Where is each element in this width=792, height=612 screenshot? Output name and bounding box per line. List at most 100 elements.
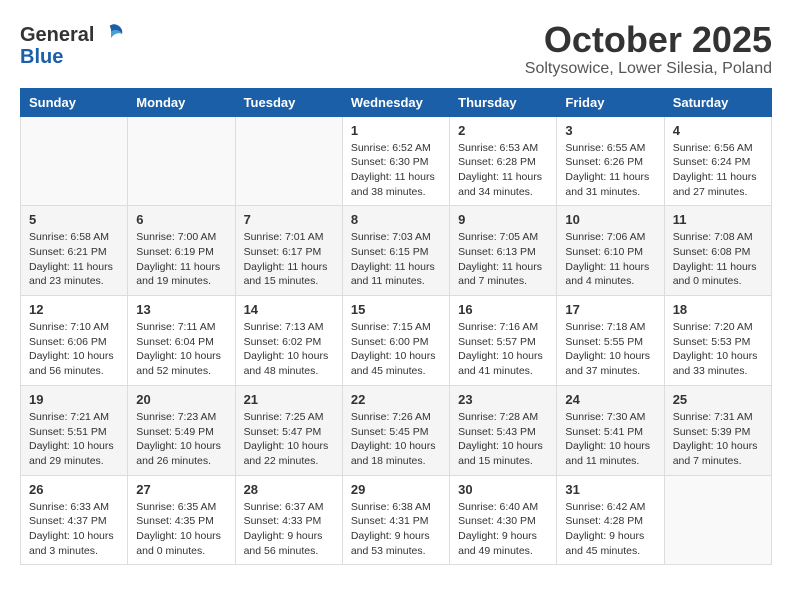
calendar-cell [21,116,128,206]
day-info: Sunrise: 6:55 AM Sunset: 6:26 PM Dayligh… [565,141,655,200]
day-info: Sunrise: 7:06 AM Sunset: 6:10 PM Dayligh… [565,230,655,289]
day-number: 25 [673,392,763,407]
day-number: 5 [29,212,119,227]
calendar-cell: 15 Sunrise: 7:15 AM Sunset: 6:00 PM Dayli… [342,296,449,386]
calendar-cell: 12Sunrise: 7:10 AM Sunset: 6:06 PM Dayli… [21,296,128,386]
day-number: 31 [565,482,655,497]
logo: General Blue [20,20,126,69]
day-info: Sunrise: 6:42 AM Sunset: 4:28 PM Dayligh… [565,500,655,559]
calendar-cell: 19Sunrise: 7:21 AM Sunset: 5:51 PM Dayli… [21,385,128,475]
day-info: Sunrise: 7:23 AM Sunset: 5:49 PM Dayligh… [136,410,226,469]
day-number: 24 [565,392,655,407]
day-number: 26 [29,482,119,497]
location-subtitle: Soltysowice, Lower Silesia, Poland [525,60,772,78]
calendar-week-row: 19Sunrise: 7:21 AM Sunset: 5:51 PM Dayli… [21,385,772,475]
calendar-cell: 25 Sunrise: 7:31 AM Sunset: 5:39 PM Dayli… [664,385,771,475]
day-number: 6 [136,212,226,227]
calendar-cell: 22 Sunrise: 7:26 AM Sunset: 5:45 PM Dayli… [342,385,449,475]
day-number: 22 [351,392,441,407]
calendar-cell: 14 Sunrise: 7:13 AM Sunset: 6:02 PM Dayli… [235,296,342,386]
weekday-header-monday: Monday [128,88,235,116]
calendar-cell: 9 Sunrise: 7:05 AM Sunset: 6:13 PM Daylig… [450,206,557,296]
day-number: 11 [673,212,763,227]
calendar-cell: 18 Sunrise: 7:20 AM Sunset: 5:53 PM Dayli… [664,296,771,386]
day-info: Sunrise: 7:31 AM Sunset: 5:39 PM Dayligh… [673,410,763,469]
calendar-cell: 28 Sunrise: 6:37 AM Sunset: 4:33 PM Dayli… [235,475,342,565]
day-info: Sunrise: 7:05 AM Sunset: 6:13 PM Dayligh… [458,230,548,289]
day-number: 9 [458,212,548,227]
day-number: 2 [458,123,548,138]
calendar-cell: 27 Sunrise: 6:35 AM Sunset: 4:35 PM Dayli… [128,475,235,565]
day-info: Sunrise: 7:26 AM Sunset: 5:45 PM Dayligh… [351,410,441,469]
day-info: Sunrise: 7:10 AM Sunset: 6:06 PM Dayligh… [29,320,119,379]
calendar-cell: 5Sunrise: 6:58 AM Sunset: 6:21 PM Daylig… [21,206,128,296]
day-info: Sunrise: 7:25 AM Sunset: 5:47 PM Dayligh… [244,410,334,469]
day-number: 10 [565,212,655,227]
day-info: Sunrise: 7:03 AM Sunset: 6:15 PM Dayligh… [351,230,441,289]
logo-text: General Blue [20,20,126,69]
page-header: General Blue October 2025 Soltysowice, L… [20,20,772,78]
calendar-cell: 1 Sunrise: 6:52 AM Sunset: 6:30 PM Daylig… [342,116,449,206]
day-number: 13 [136,302,226,317]
calendar-cell: 6Sunrise: 7:00 AM Sunset: 6:19 PM Daylig… [128,206,235,296]
weekday-header-thursday: Thursday [450,88,557,116]
day-number: 16 [458,302,548,317]
day-info: Sunrise: 7:13 AM Sunset: 6:02 PM Dayligh… [244,320,334,379]
calendar-cell: 17 Sunrise: 7:18 AM Sunset: 5:55 PM Dayli… [557,296,664,386]
day-number: 14 [244,302,334,317]
day-info: Sunrise: 6:53 AM Sunset: 6:28 PM Dayligh… [458,141,548,200]
calendar-cell: 26 Sunrise: 6:33 AM Sunset: 4:37 PM Dayli… [21,475,128,565]
logo-general: General [20,24,94,47]
day-info: Sunrise: 7:30 AM Sunset: 5:41 PM Dayligh… [565,410,655,469]
day-info: Sunrise: 6:38 AM Sunset: 4:31 PM Dayligh… [351,500,441,559]
calendar-cell [664,475,771,565]
calendar-cell: 29Sunrise: 6:38 AM Sunset: 4:31 PM Dayli… [342,475,449,565]
day-info: Sunrise: 7:20 AM Sunset: 5:53 PM Dayligh… [673,320,763,379]
day-info: Sunrise: 7:28 AM Sunset: 5:43 PM Dayligh… [458,410,548,469]
day-number: 18 [673,302,763,317]
calendar-week-row: 26 Sunrise: 6:33 AM Sunset: 4:37 PM Dayli… [21,475,772,565]
calendar-cell: 20 Sunrise: 7:23 AM Sunset: 5:49 PM Dayli… [128,385,235,475]
title-area: October 2025 Soltysowice, Lower Silesia,… [525,20,772,78]
calendar-table: SundayMondayTuesdayWednesdayThursdayFrid… [20,88,772,566]
calendar-week-row: 1 Sunrise: 6:52 AM Sunset: 6:30 PM Daylig… [21,116,772,206]
day-number: 17 [565,302,655,317]
calendar-cell: 31 Sunrise: 6:42 AM Sunset: 4:28 PM Dayli… [557,475,664,565]
weekday-header-saturday: Saturday [664,88,771,116]
calendar-cell: 13 Sunrise: 7:11 AM Sunset: 6:04 PM Dayli… [128,296,235,386]
month-title: October 2025 [525,20,772,60]
day-number: 27 [136,482,226,497]
calendar-cell: 30Sunrise: 6:40 AM Sunset: 4:30 PM Dayli… [450,475,557,565]
day-number: 4 [673,123,763,138]
calendar-cell: 7Sunrise: 7:01 AM Sunset: 6:17 PM Daylig… [235,206,342,296]
logo-bird-icon [96,20,126,50]
day-info: Sunrise: 7:08 AM Sunset: 6:08 PM Dayligh… [673,230,763,289]
day-number: 15 [351,302,441,317]
calendar-cell: 8Sunrise: 7:03 AM Sunset: 6:15 PM Daylig… [342,206,449,296]
calendar-cell: 11 Sunrise: 7:08 AM Sunset: 6:08 PM Dayli… [664,206,771,296]
calendar-cell: 23Sunrise: 7:28 AM Sunset: 5:43 PM Dayli… [450,385,557,475]
day-number: 20 [136,392,226,407]
day-info: Sunrise: 7:21 AM Sunset: 5:51 PM Dayligh… [29,410,119,469]
day-number: 28 [244,482,334,497]
weekday-header-row: SundayMondayTuesdayWednesdayThursdayFrid… [21,88,772,116]
day-info: Sunrise: 6:37 AM Sunset: 4:33 PM Dayligh… [244,500,334,559]
day-info: Sunrise: 6:52 AM Sunset: 6:30 PM Dayligh… [351,141,441,200]
weekday-header-sunday: Sunday [21,88,128,116]
day-info: Sunrise: 7:16 AM Sunset: 5:57 PM Dayligh… [458,320,548,379]
weekday-header-wednesday: Wednesday [342,88,449,116]
day-info: Sunrise: 7:15 AM Sunset: 6:00 PM Dayligh… [351,320,441,379]
day-info: Sunrise: 6:33 AM Sunset: 4:37 PM Dayligh… [29,500,119,559]
day-number: 1 [351,123,441,138]
calendar-cell: 4 Sunrise: 6:56 AM Sunset: 6:24 PM Daylig… [664,116,771,206]
day-info: Sunrise: 7:18 AM Sunset: 5:55 PM Dayligh… [565,320,655,379]
day-info: Sunrise: 7:11 AM Sunset: 6:04 PM Dayligh… [136,320,226,379]
day-info: Sunrise: 6:56 AM Sunset: 6:24 PM Dayligh… [673,141,763,200]
day-info: Sunrise: 6:35 AM Sunset: 4:35 PM Dayligh… [136,500,226,559]
calendar-cell [235,116,342,206]
calendar-cell [128,116,235,206]
day-number: 21 [244,392,334,407]
calendar-cell: 21 Sunrise: 7:25 AM Sunset: 5:47 PM Dayli… [235,385,342,475]
calendar-week-row: 12Sunrise: 7:10 AM Sunset: 6:06 PM Dayli… [21,296,772,386]
calendar-cell: 3Sunrise: 6:55 AM Sunset: 6:26 PM Daylig… [557,116,664,206]
